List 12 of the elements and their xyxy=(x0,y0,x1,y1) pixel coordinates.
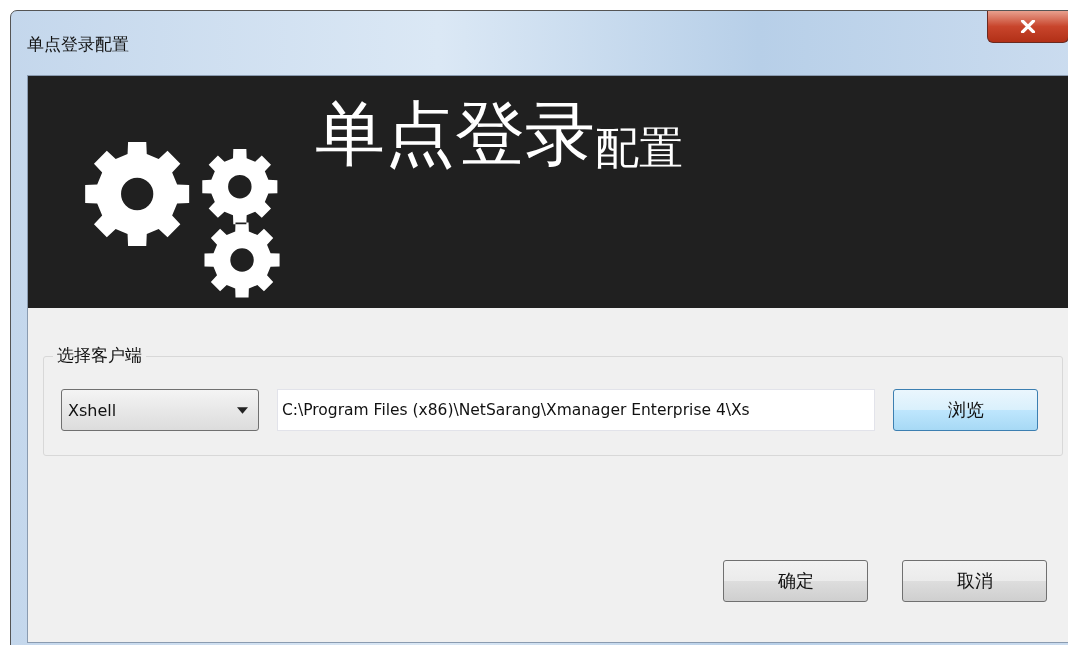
client-dropdown[interactable]: Xshell xyxy=(61,389,259,431)
banner-subtitle: 配置 xyxy=(595,124,683,173)
ok-button[interactable]: 确定 xyxy=(723,560,868,602)
close-button[interactable] xyxy=(987,11,1068,43)
cancel-button[interactable]: 取消 xyxy=(902,560,1047,602)
path-field[interactable]: C:\Program Files (x86)\NetSarang\Xmanager Enterprise 4\Xs xyxy=(277,389,875,431)
group-label: 选择客户端 xyxy=(53,344,146,367)
caret-icon xyxy=(237,406,248,414)
banner-title: 单点登录 xyxy=(315,96,595,173)
window-title: 单点登录配置 xyxy=(27,33,129,56)
close-icon xyxy=(1020,20,1036,33)
browse-button[interactable]: 浏览 xyxy=(893,389,1038,431)
